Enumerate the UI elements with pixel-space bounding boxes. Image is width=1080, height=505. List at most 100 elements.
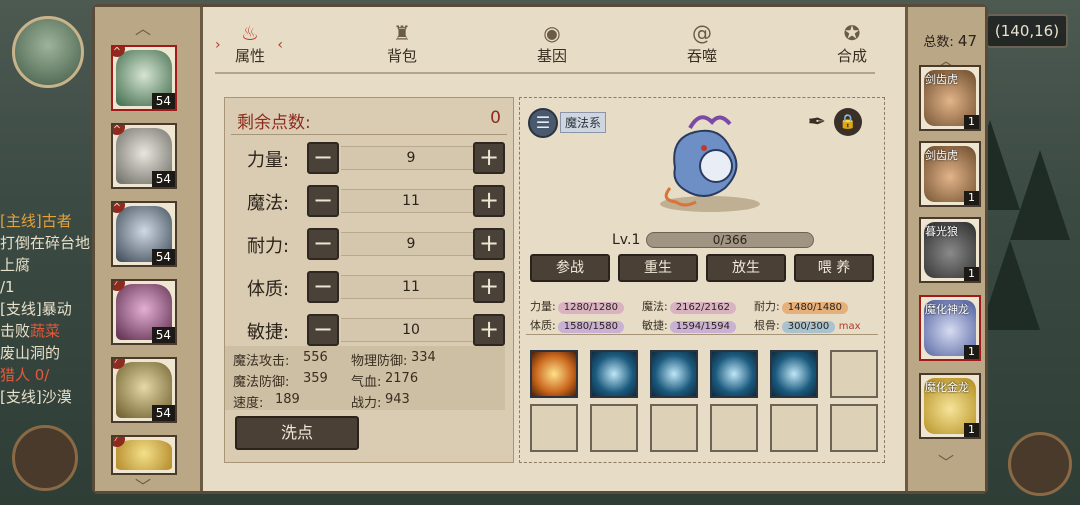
quest-tracker[interactable]: [主线]古者 打倒在碎台地上腐 /1 [支线]暴动 击败蔬菜 废山洞的 猎人 0… <box>0 210 95 408</box>
cap-label: 体质: <box>530 319 556 332</box>
pet-level: 54 <box>151 327 175 343</box>
synth-icon: ✪ <box>843 21 861 45</box>
pet-level: 54 <box>151 171 175 187</box>
increase-button[interactable]: + <box>473 314 505 346</box>
derived-value: 189 <box>275 392 300 407</box>
team-slot[interactable]: ⁄ 54 <box>111 279 177 345</box>
increase-button[interactable]: + <box>473 228 505 260</box>
cap-value: 300/300 <box>781 321 836 333</box>
skill-slot-fire[interactable] <box>530 350 578 398</box>
skill-slot-crystal[interactable] <box>710 350 758 398</box>
skill-slot-shield[interactable] <box>770 350 818 398</box>
skill-slot-empty[interactable] <box>590 404 638 452</box>
stat-row-endurance: 耐力: − 9 + <box>225 228 515 262</box>
stat-label: 体质: <box>247 279 290 300</box>
player-avatar[interactable] <box>12 16 84 88</box>
decrease-button[interactable]: − <box>307 142 339 174</box>
quest-highlight: 蔬菜 <box>30 322 61 340</box>
item-name: 剑齿虎 <box>925 73 958 86</box>
skill-slot-empty[interactable] <box>830 404 878 452</box>
inventory-item[interactable]: 暮光狼 1 <box>919 217 981 283</box>
quest-body: 废山洞的 <box>0 344 61 362</box>
quest-progress: /1 <box>0 278 15 296</box>
inventory-item[interactable]: 魔化金龙 1 <box>919 373 981 439</box>
cap-label: 力量: <box>530 300 556 313</box>
scroll-down-icon[interactable]: ﹀ <box>938 449 954 473</box>
team-slot[interactable]: ⁄ 54 <box>111 357 177 423</box>
quest-title: 沙漠 <box>41 388 72 406</box>
inventory-item[interactable]: 剑齿虎 1 <box>919 65 981 131</box>
decrease-button[interactable]: − <box>307 228 339 260</box>
stat-row-strength: 力量: − 9 + <box>225 142 515 176</box>
increase-button[interactable]: + <box>473 271 505 303</box>
item-quantity: 1 <box>964 423 979 437</box>
list-icon[interactable]: ☰ <box>528 108 558 138</box>
team-slot[interactable]: ✕ 54 <box>111 201 177 267</box>
reset-points-button[interactable]: 洗点 <box>235 416 359 450</box>
divider <box>526 334 878 335</box>
left-action-button[interactable] <box>12 425 78 491</box>
right-action-button[interactable] <box>1008 432 1072 496</box>
tab-gene[interactable]: ◉ 基因 <box>517 15 587 75</box>
item-name: 暮光狼 <box>925 225 958 238</box>
scroll-down-icon[interactable]: ﹀ <box>135 473 151 497</box>
tab-bar: › ♨ 属性 ‹ ♜ 背包 ◉ 基因 @ 吞噬 ✪ 合成 <box>215 15 867 75</box>
decrease-button[interactable]: − <box>307 271 339 303</box>
quest-tag: [支线] <box>0 300 42 318</box>
cap-root: 根骨: 300/300 max <box>754 317 861 333</box>
battle-button[interactable]: 参战 <box>530 254 610 282</box>
stat-row-constitution: 体质: − 11 + <box>225 271 515 305</box>
chevron-right-icon: › <box>215 37 221 53</box>
cap-magic: 魔法: 2162/2162 <box>642 298 736 314</box>
scroll-up-icon[interactable]: ︿ <box>135 15 151 39</box>
team-slot[interactable]: ✕ 54 <box>111 123 177 189</box>
item-quantity: 1 <box>964 345 979 359</box>
skill-slot-empty[interactable] <box>770 404 818 452</box>
cap-endurance: 耐力: 1480/1480 <box>754 298 848 314</box>
pet-level: 54 <box>151 405 175 421</box>
stat-label: 耐力: <box>247 236 290 257</box>
lock-icon[interactable]: 🔒 <box>834 108 862 136</box>
rebirth-button[interactable]: 重生 <box>618 254 698 282</box>
derived-label: 物理防御: <box>351 354 408 369</box>
pet-portrait <box>116 440 172 470</box>
skill-slot-empty[interactable] <box>530 404 578 452</box>
inventory-item[interactable]: 魔化神龙 1 <box>919 295 981 361</box>
stat-value: 10 <box>341 318 481 342</box>
skill-slot-orb[interactable] <box>590 350 638 398</box>
cap-value: 1594/1594 <box>669 321 736 333</box>
tab-synthesis[interactable]: ✪ 合成 <box>817 15 887 75</box>
derived-value: 2176 <box>385 371 419 386</box>
skill-slot-empty[interactable] <box>710 404 758 452</box>
tab-bag[interactable]: ♜ 背包 <box>367 15 437 75</box>
tab-label: 基因 <box>536 47 567 65</box>
skill-slot-empty[interactable] <box>830 350 878 398</box>
inventory-item[interactable]: 剑齿虎 1 <box>919 141 981 207</box>
feed-button[interactable]: 喂 养 <box>794 254 874 282</box>
decrease-button[interactable]: − <box>307 314 339 346</box>
team-slot[interactable]: ⁄ <box>111 435 177 475</box>
quest-tag: [主线] <box>0 212 42 230</box>
rename-quill-icon[interactable]: ✒ <box>808 110 826 135</box>
stat-value: 11 <box>341 275 481 299</box>
item-name: 魔化神龙 <box>925 303 969 316</box>
fire-icon: ♨ <box>241 21 259 45</box>
team-slot[interactable]: ✕ 54 <box>111 45 177 111</box>
cap-agility: 敏捷: 1594/1594 <box>642 317 736 333</box>
tab-devour[interactable]: @ 吞噬 <box>667 15 737 75</box>
cap-label: 根骨: <box>754 319 780 332</box>
increase-button[interactable]: + <box>473 142 505 174</box>
skill-slot-ice[interactable] <box>650 350 698 398</box>
tab-attributes[interactable]: › ♨ 属性 ‹ <box>215 15 285 75</box>
release-button[interactable]: 放生 <box>706 254 786 282</box>
increase-button[interactable]: + <box>473 185 505 217</box>
decrease-button[interactable]: − <box>307 185 339 217</box>
derived-value: 359 <box>303 371 328 386</box>
item-quantity: 1 <box>964 115 979 129</box>
item-quantity: 1 <box>964 191 979 205</box>
swirl-icon: @ <box>692 21 712 45</box>
derived-label: 魔法攻击: <box>233 354 290 369</box>
derived-value: 556 <box>303 350 328 365</box>
skill-slot-empty[interactable] <box>650 404 698 452</box>
quest-body: 打倒在碎台地上腐 <box>0 234 91 274</box>
